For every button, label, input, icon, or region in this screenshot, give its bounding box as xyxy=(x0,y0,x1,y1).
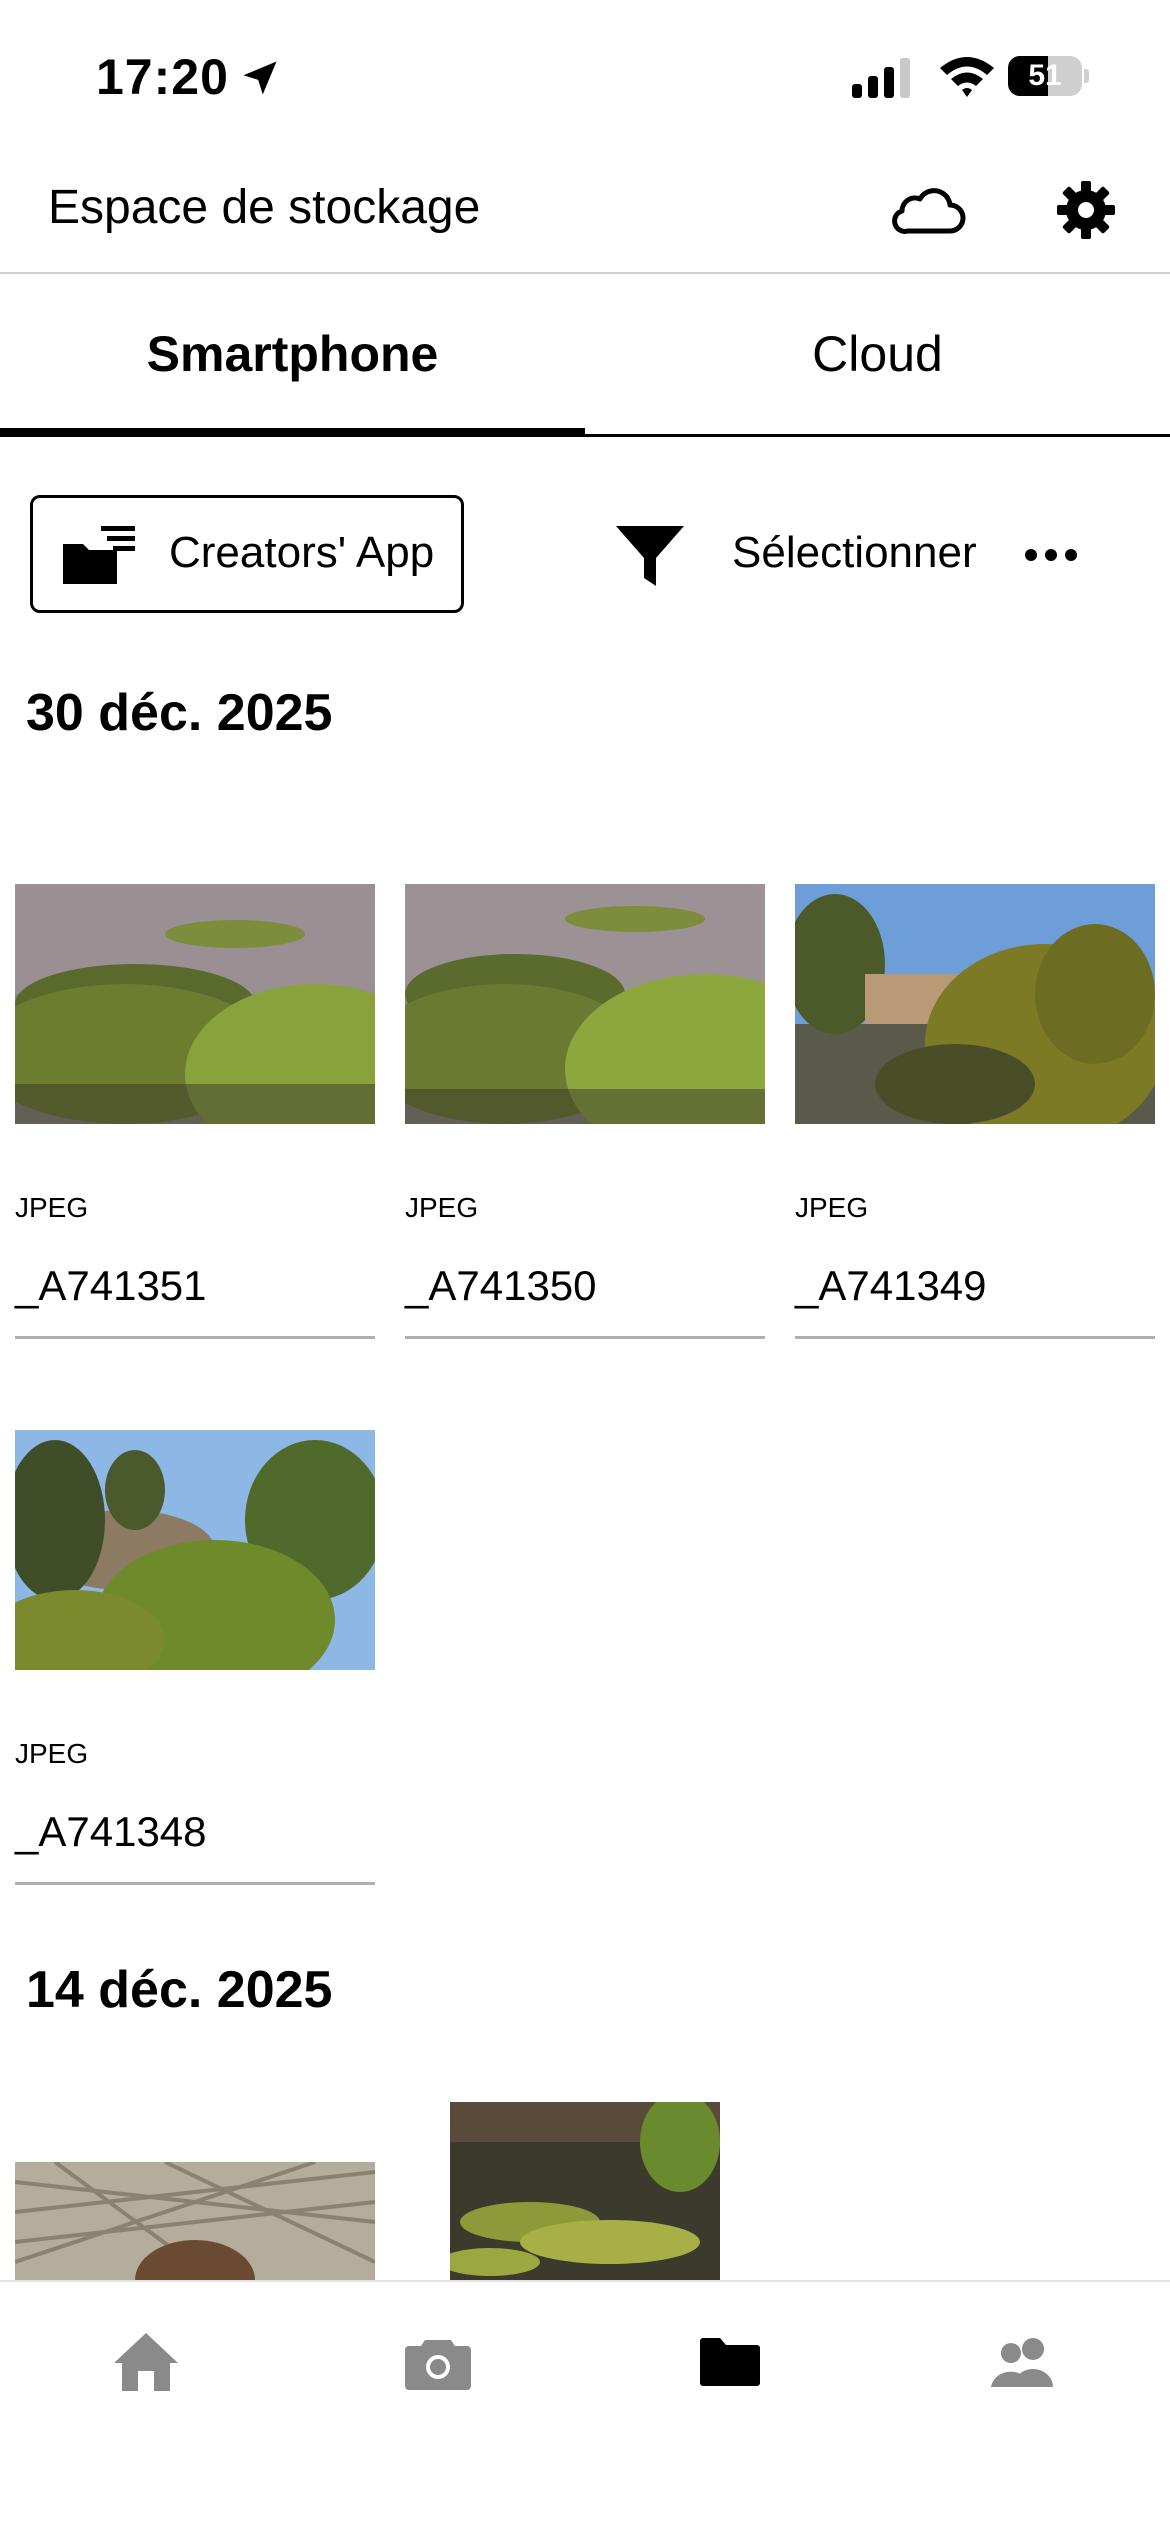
photo-thumbnail xyxy=(450,2102,720,2280)
photo-thumbnail xyxy=(0,1430,385,1700)
bottom-navigation xyxy=(0,2280,1170,2534)
people-icon xyxy=(991,2338,1053,2387)
status-time: 17:20 xyxy=(96,49,229,105)
file-name: _A741349 xyxy=(795,1262,987,1309)
media-card[interactable] xyxy=(15,2162,375,2280)
card-divider xyxy=(15,1336,375,1339)
page-title: Espace de stockage xyxy=(48,181,481,234)
media-card[interactable] xyxy=(365,884,845,1164)
home-icon xyxy=(114,2333,178,2391)
media-card[interactable] xyxy=(0,884,445,1164)
cloud-icon xyxy=(892,188,966,234)
battery-level: 51 xyxy=(1028,59,1062,92)
photo-thumbnail xyxy=(15,2162,375,2280)
file-type: JPEG xyxy=(795,1192,869,1223)
folder-selector-button[interactable]: Creators' App xyxy=(30,495,464,613)
camera-icon xyxy=(405,2340,471,2390)
media-card[interactable] xyxy=(450,2102,720,2280)
select-button[interactable]: Sélectionner xyxy=(732,528,977,578)
tab-smartphone[interactable]: Smartphone xyxy=(0,274,585,434)
gear-icon xyxy=(1057,181,1115,239)
photo-thumbnail xyxy=(0,884,445,1164)
file-type: JPEG xyxy=(405,1192,479,1223)
folder-list-icon xyxy=(63,526,135,584)
folder-label: Creators' App xyxy=(169,528,435,577)
file-type: JPEG xyxy=(15,1192,89,1223)
settings-button[interactable] xyxy=(1042,170,1130,250)
nav-camera[interactable] xyxy=(368,2322,508,2402)
photo-thumbnail xyxy=(785,884,1165,1144)
card-divider xyxy=(405,1336,765,1339)
section-date: 14 déc. 2025 xyxy=(26,1961,333,2019)
more-dots-icon xyxy=(1025,549,1077,561)
card-divider xyxy=(795,1336,1155,1339)
file-name: _A741351 xyxy=(15,1262,207,1309)
wifi-icon xyxy=(940,57,994,97)
battery-indicator: 51 xyxy=(1008,56,1089,96)
file-type: JPEG xyxy=(15,1738,89,1769)
folder-icon xyxy=(700,2338,760,2386)
nav-community[interactable] xyxy=(954,2322,1094,2402)
file-name: _A741348 xyxy=(15,1808,207,1855)
cloud-button[interactable] xyxy=(880,170,976,250)
nav-storage[interactable] xyxy=(660,2322,800,2402)
filter-icon[interactable] xyxy=(610,520,690,594)
photo-thumbnail xyxy=(365,884,845,1164)
signal-icon xyxy=(852,58,910,98)
active-tab-indicator xyxy=(0,428,585,437)
more-options-button[interactable] xyxy=(1018,530,1084,580)
media-card[interactable] xyxy=(0,1430,385,1700)
section-date: 30 déc. 2025 xyxy=(26,684,333,742)
card-divider xyxy=(15,1882,375,1885)
media-card[interactable] xyxy=(785,884,1165,1144)
tab-cloud[interactable]: Cloud xyxy=(585,274,1170,434)
location-arrow-icon xyxy=(243,61,277,95)
nav-home[interactable] xyxy=(76,2322,216,2402)
file-name: _A741350 xyxy=(405,1262,597,1309)
